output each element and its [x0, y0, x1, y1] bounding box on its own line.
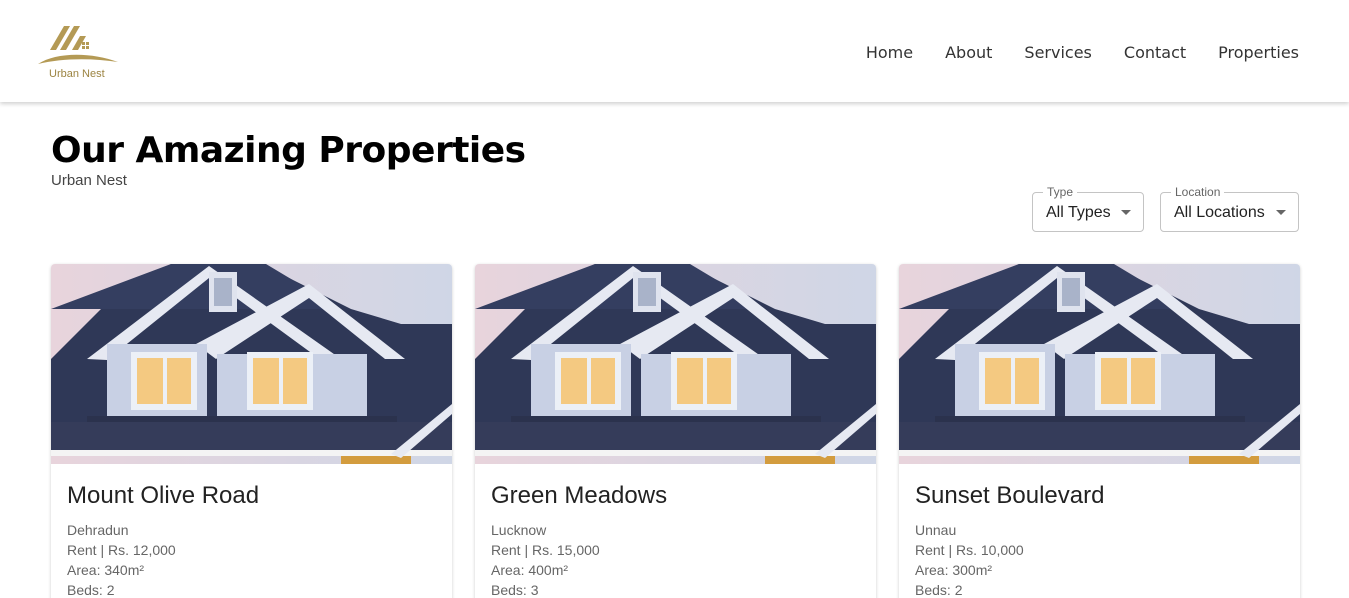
property-city: Unnau [915, 522, 957, 538]
property-card[interactable]: Mount Olive Road Dehradun Rent | Rs. 12,… [51, 264, 452, 598]
location-filter-select[interactable]: Location All Locations [1160, 185, 1299, 232]
property-price: Rent | Rs. 15,000 [491, 542, 600, 558]
property-beds: Beds: 2 [915, 582, 963, 598]
type-filter-select[interactable]: Type All Types [1032, 185, 1144, 232]
location-filter-label: Location [1171, 185, 1225, 199]
type-filter-label: Type [1043, 185, 1078, 199]
property-title: Sunset Boulevard [915, 482, 1105, 509]
property-city: Lucknow [491, 522, 547, 538]
location-filter-value: All Locations [1174, 204, 1265, 221]
property-card[interactable]: Sunset Boulevard Unnau Rent | Rs. 10,000… [899, 264, 1300, 598]
property-title: Mount Olive Road [67, 482, 260, 509]
property-beds: Beds: 2 [67, 582, 115, 598]
brand-logo[interactable]: Urban Nest [36, 22, 122, 84]
page-title: Our Amazing Properties [51, 130, 526, 171]
nav-home[interactable]: Home [866, 43, 913, 63]
nav-properties[interactable]: Properties [1218, 43, 1299, 63]
site-header: Urban Nest Home About Services Contact P… [0, 0, 1349, 102]
property-image [475, 264, 876, 464]
property-area: Area: 340m² [67, 562, 145, 578]
property-price: Rent | Rs. 10,000 [915, 542, 1024, 558]
property-card[interactable]: Green Meadows Lucknow Rent | Rs. 15,000 … [475, 264, 876, 598]
property-title: Green Meadows [491, 482, 668, 509]
page-subtitle: Urban Nest [51, 172, 127, 189]
type-filter-value: All Types [1046, 204, 1111, 221]
nav-about[interactable]: About [945, 43, 992, 63]
caret-down-icon [1121, 210, 1131, 215]
main-nav: Home About Services Contact Properties [866, 43, 1299, 63]
brand-name: Urban Nest [49, 68, 105, 80]
nav-contact[interactable]: Contact [1124, 43, 1186, 63]
property-area: Area: 400m² [491, 562, 569, 578]
nav-services[interactable]: Services [1024, 43, 1091, 63]
property-area: Area: 300m² [915, 562, 993, 578]
property-image [51, 264, 452, 464]
caret-down-icon [1276, 210, 1286, 215]
property-price: Rent | Rs. 12,000 [67, 542, 176, 558]
property-image [899, 264, 1300, 464]
property-beds: Beds: 3 [491, 582, 539, 598]
property-city: Dehradun [67, 522, 129, 538]
